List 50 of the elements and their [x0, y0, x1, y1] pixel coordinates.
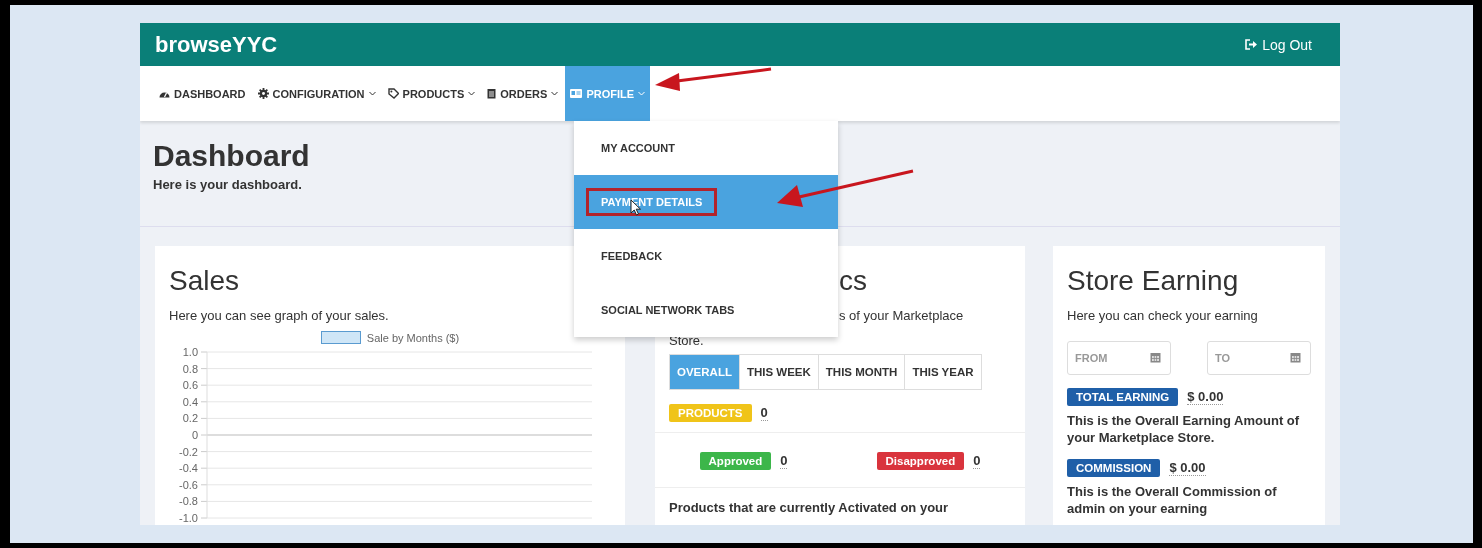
calendar-icon [1150, 352, 1161, 363]
axis-tick-label: 0.8 [182, 362, 198, 375]
axis-tick-label: 0.4 [182, 395, 198, 408]
card-description: Here you can check your earning [1067, 308, 1259, 323]
amount-description: This is the Overall Commission of admin on your earning [1067, 483, 1278, 517]
nav-item[interactable]: DASHBOARD [154, 66, 251, 121]
logout-link[interactable]: Log Out [1245, 36, 1312, 53]
brand-logo[interactable]: browseYYC [155, 31, 278, 58]
amount-value: $ 0.00 [1169, 460, 1206, 476]
page-subtitle: Here is your dashboard. [153, 177, 302, 192]
card-title: cs [839, 264, 868, 298]
axis-tick-label: -0.8 [179, 495, 198, 508]
id-card-icon [570, 89, 583, 98]
axis-tick-label: 0 [191, 429, 198, 441]
menu-item[interactable]: FEEDBACK [574, 229, 838, 283]
amount-badge: COMMISSION [1067, 459, 1161, 477]
card-title: Store Earning [1067, 264, 1240, 298]
page-title: Dashboard [153, 139, 310, 173]
axis-tick-label: -0.4 [179, 462, 198, 475]
axis-tick-label: 0.6 [182, 379, 198, 392]
count-value: 0 [760, 405, 768, 421]
axis-tick-label: 1.0 [182, 346, 198, 358]
axis-tick-label: 0.2 [182, 412, 198, 425]
clipboard-icon [487, 88, 497, 99]
amount-value: $ 0.00 [1187, 389, 1224, 405]
card-description: s of your Marketplace [839, 308, 965, 323]
menu-item[interactable]: MY ACCOUNT [574, 121, 838, 175]
axis-tick-label: -0.2 [179, 445, 198, 458]
logout-icon [1245, 39, 1258, 50]
nav-item[interactable]: ORDERS [482, 66, 564, 121]
tag-icon [387, 88, 399, 99]
amount-description: This is the Overall Earning Amount of your Marketplace Store. [1067, 412, 1301, 446]
amount-badge: TOTAL EARNING [1067, 388, 1179, 406]
calendar-icon [1290, 352, 1301, 363]
axis-tick-label: -0.6 [179, 478, 198, 491]
nav-item[interactable]: PRODUCTS [382, 66, 481, 121]
count-value: 0 [973, 453, 981, 469]
date-field[interactable]: FROM [1067, 341, 1171, 375]
legend-label: Sale by Months ($) [366, 331, 460, 344]
settings-icon [257, 88, 269, 99]
products-note: Products that are currently Activated on your [669, 500, 950, 515]
axis-tick-label: -1.0 [179, 512, 198, 524]
products-badge: PRODUCTS [669, 404, 752, 422]
menu-item[interactable]: SOCIAL NETWORK TABS [574, 283, 838, 337]
status-badge: Approved [699, 452, 772, 470]
nav-item[interactable]: CONFIGURATION [252, 66, 381, 121]
status-badge: Disapproved [876, 452, 965, 470]
card-title: Sales [169, 264, 241, 298]
date-field[interactable]: TO [1207, 341, 1311, 375]
count-value: 0 [780, 453, 788, 469]
